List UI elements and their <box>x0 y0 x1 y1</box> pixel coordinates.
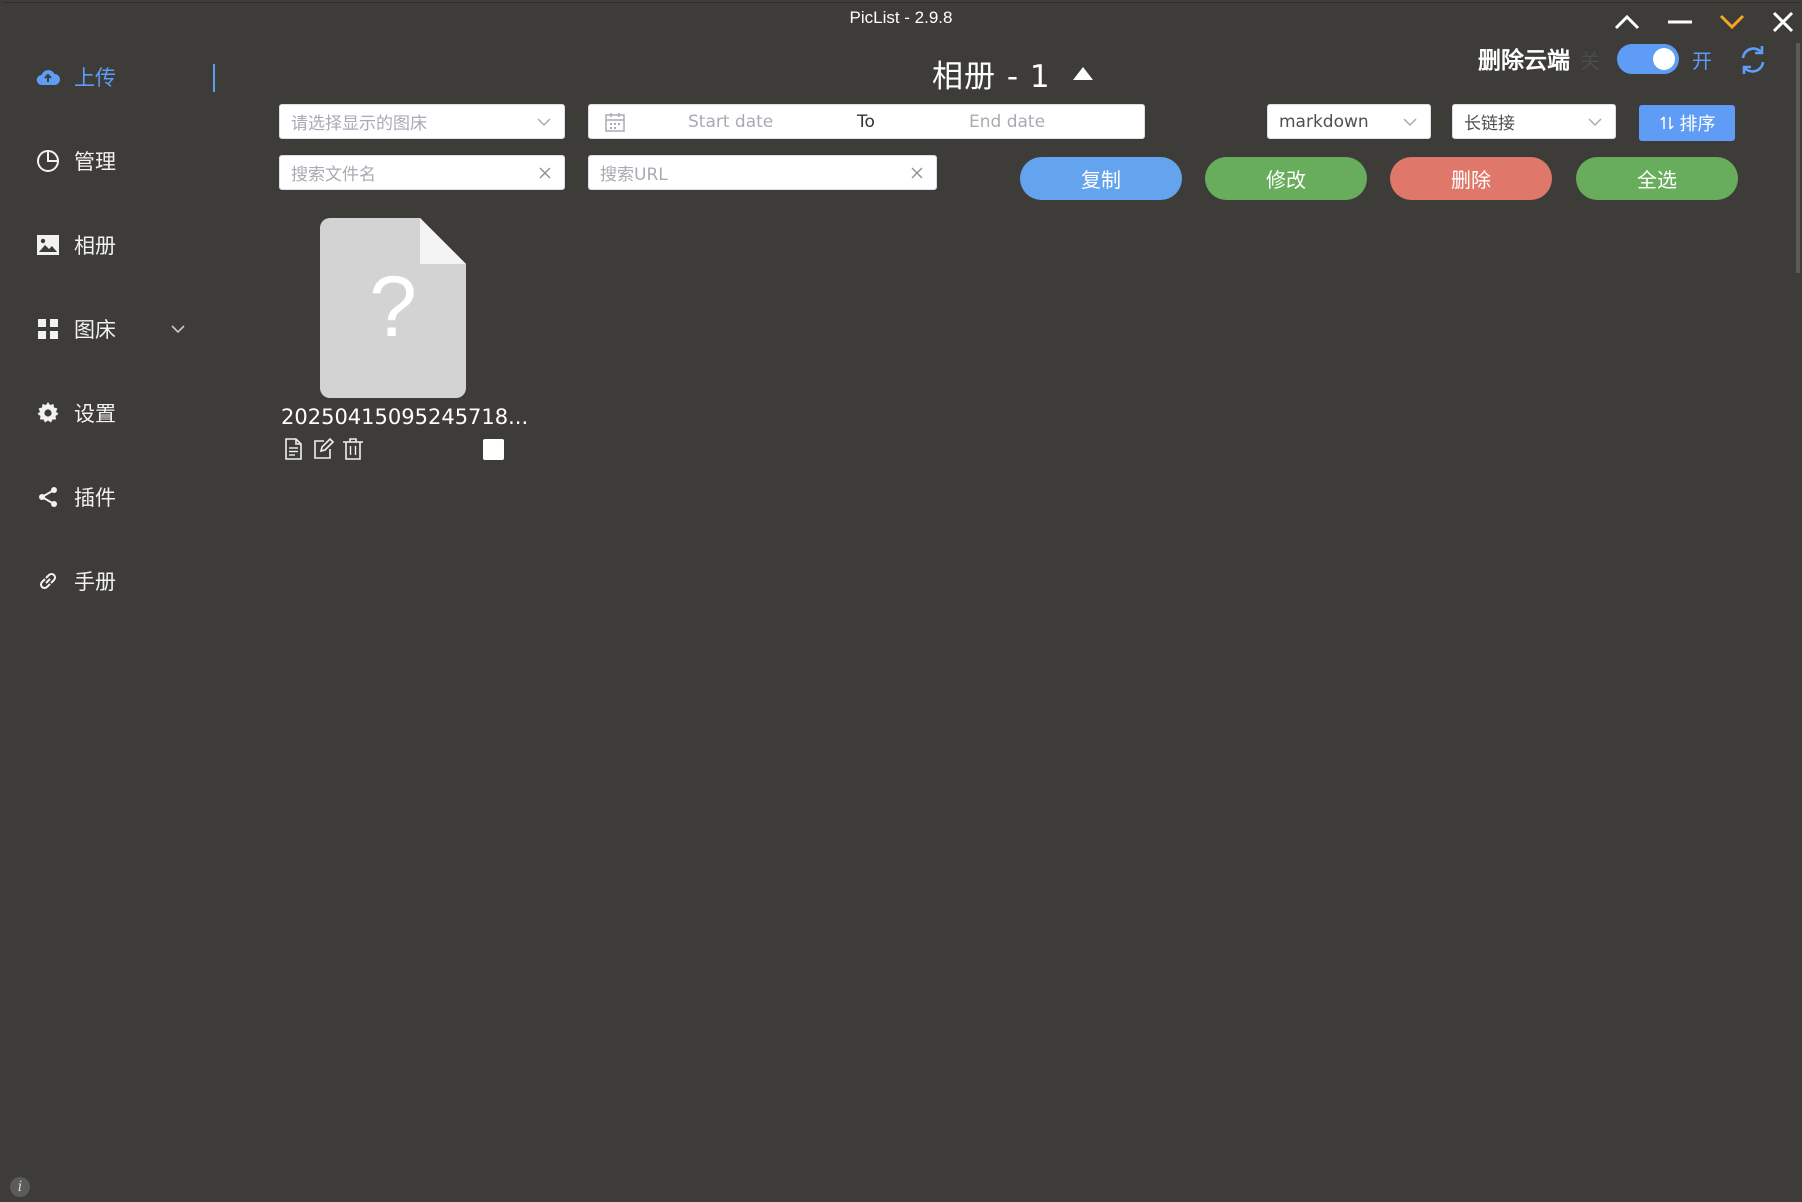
share-icon <box>36 485 60 509</box>
sort-button[interactable]: 排序 <box>1639 105 1735 141</box>
edit-icon[interactable] <box>311 437 335 461</box>
chevron-down-icon <box>1588 117 1602 126</box>
delete-cloud-toggle[interactable] <box>1617 44 1679 74</box>
file-thumbnail[interactable]: ? <box>320 218 466 398</box>
delete-cloud-label: 删除云端 <box>1478 48 1570 74</box>
search-url-input[interactable]: 搜索URL <box>588 155 937 190</box>
search-filename-input[interactable]: 搜索文件名 <box>279 155 565 190</box>
chevron-down-icon[interactable] <box>170 324 186 334</box>
grid-icon <box>36 317 60 341</box>
sort-order-up-icon[interactable] <box>1072 67 1093 80</box>
format-select-value: markdown <box>1279 111 1369 132</box>
search-filename-placeholder: 搜索文件名 <box>291 165 376 185</box>
sidebar-item-manage[interactable]: 管理 <box>36 141 116 181</box>
link-type-select-value: 长链接 <box>1464 114 1515 134</box>
app-window: PicList - 2.9.8 上传 管理 相册 图床 设置 插件 手册 相册 … <box>2 2 1800 1200</box>
document-icon[interactable] <box>281 437 305 461</box>
chevron-down-icon <box>537 117 551 126</box>
picbed-select[interactable]: 请选择显示的图床 <box>279 104 565 139</box>
sidebar-item-label: 手册 <box>74 570 116 594</box>
picbed-select-placeholder: 请选择显示的图床 <box>291 114 427 134</box>
switch-off-label: 关 <box>1580 49 1600 73</box>
clear-icon[interactable] <box>537 165 553 181</box>
sidebar-item-manual[interactable]: 手册 <box>36 561 116 601</box>
window-title: PicList - 2.9.8 <box>849 8 953 27</box>
date-range-picker[interactable]: Start date To End date <box>588 104 1145 139</box>
sidebar-item-upload[interactable]: 上传 <box>36 57 116 97</box>
minimize-icon[interactable] <box>1663 7 1697 37</box>
select-checkbox[interactable] <box>483 439 504 460</box>
sidebar-item-label: 插件 <box>74 486 116 510</box>
calendar-icon <box>605 112 625 132</box>
page-title: 相册 - 1 <box>932 59 1051 95</box>
sidebar-item-plugins[interactable]: 插件 <box>36 477 116 517</box>
sort-button-label: 排序 <box>1679 114 1716 135</box>
image-icon <box>36 233 60 257</box>
switch-on-label: 开 <box>1692 49 1712 73</box>
delete-button[interactable]: 删除 <box>1390 157 1552 200</box>
info-icon[interactable]: i <box>10 1177 30 1197</box>
search-url-placeholder: 搜索URL <box>600 165 668 185</box>
sidebar-item-label: 上传 <box>74 66 116 90</box>
file-name: 20250415095245718... <box>281 405 529 429</box>
modify-button[interactable]: 修改 <box>1205 157 1367 200</box>
date-end-input[interactable]: End date <box>969 112 1045 132</box>
sidebar-item-settings[interactable]: 设置 <box>36 393 116 433</box>
sidebar-item-label: 管理 <box>74 150 116 174</box>
format-select[interactable]: markdown <box>1267 104 1431 139</box>
sidebar-item-label: 设置 <box>74 402 116 426</box>
scrollbar[interactable] <box>1796 43 1800 273</box>
link-type-select[interactable]: 长链接 <box>1452 104 1616 139</box>
active-indicator <box>213 64 215 92</box>
sidebar-item-album[interactable]: 相册 <box>36 225 116 265</box>
date-separator: To <box>857 111 875 132</box>
chevron-down-icon[interactable] <box>1715 7 1749 37</box>
gear-icon <box>36 401 60 425</box>
trash-icon[interactable] <box>341 437 365 461</box>
unknown-file-icon: ? <box>320 218 466 398</box>
thumbnail-glyph: ? <box>369 259 417 355</box>
sidebar-item-label: 图床 <box>74 318 116 342</box>
chevron-down-icon <box>1403 117 1417 126</box>
toggle-knob <box>1653 48 1675 70</box>
copy-button[interactable]: 复制 <box>1020 157 1182 200</box>
collapse-up-icon[interactable] <box>1610 7 1644 37</box>
sidebar-item-picbed[interactable]: 图床 <box>36 309 186 349</box>
sort-icon <box>1659 116 1674 130</box>
album-title[interactable]: 相册 - 1 <box>932 51 1093 96</box>
clear-icon[interactable] <box>909 165 925 181</box>
close-icon[interactable] <box>1766 7 1800 37</box>
cloud-upload-icon <box>36 65 60 89</box>
select-all-button[interactable]: 全选 <box>1576 157 1738 200</box>
pie-chart-icon <box>36 149 60 173</box>
date-start-input[interactable]: Start date <box>688 112 773 132</box>
sidebar-item-label: 相册 <box>74 234 116 258</box>
refresh-icon[interactable] <box>1736 43 1770 77</box>
link-icon <box>36 569 60 593</box>
